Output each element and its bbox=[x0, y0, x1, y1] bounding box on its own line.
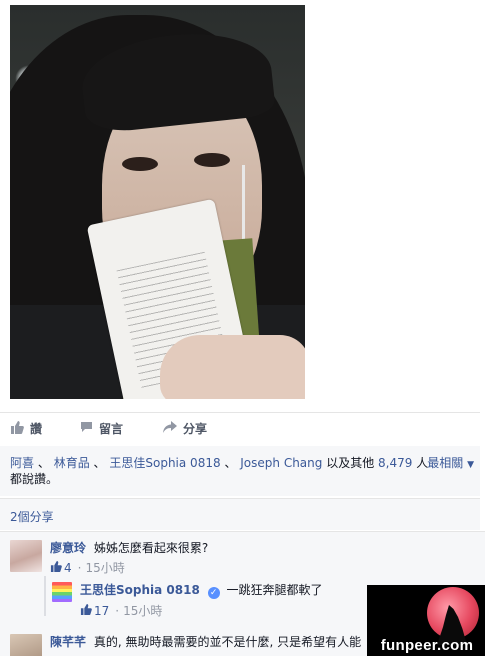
comment-body: 王思佳Sophia 0818 ✓ 一跳狂奔腿都軟了 17 · 15小時 bbox=[80, 582, 322, 619]
meta-separator: · bbox=[77, 561, 82, 575]
photo-eye-right bbox=[194, 153, 230, 167]
watermark-text: funpeer.com bbox=[380, 637, 474, 654]
shares-label: 2個分享 bbox=[10, 510, 54, 524]
share-button[interactable]: 分享 bbox=[163, 420, 207, 437]
photo-hand bbox=[160, 335, 305, 399]
liker-sep: 、 bbox=[93, 456, 106, 470]
comment-time[interactable]: 15小時 bbox=[85, 560, 124, 576]
comment-author[interactable]: 陳芊芊 bbox=[50, 635, 86, 649]
comment-like-count[interactable]: 4 bbox=[64, 560, 72, 576]
comment-time[interactable]: 15小時 bbox=[123, 603, 162, 619]
comment-author[interactable]: 廖意玲 bbox=[50, 541, 86, 555]
comment-meta: 17 · 15小時 bbox=[80, 603, 322, 619]
likes-line-2: 都說讚。 bbox=[10, 472, 59, 486]
reply-thread-line bbox=[44, 576, 46, 616]
post-photo[interactable] bbox=[10, 5, 305, 399]
sort-label: 最相關 bbox=[427, 456, 464, 470]
comment-like-count[interactable]: 17 bbox=[94, 603, 109, 619]
liker-link[interactable]: 林育品 bbox=[54, 456, 90, 470]
share-arrow-icon bbox=[163, 421, 177, 436]
post-actions-bar: 讚 留言 分享 bbox=[0, 412, 480, 444]
comment-body: 陳芊芊 真的, 無助時最需要的並不是什麼, 只是希望有人能 bbox=[50, 634, 361, 656]
liker-link[interactable]: 王思佳Sophia 0818 bbox=[109, 456, 220, 470]
comment-button[interactable]: 留言 bbox=[80, 420, 123, 437]
sort-dropdown[interactable]: 最相關 ▼ bbox=[427, 455, 474, 473]
avatar[interactable] bbox=[52, 582, 72, 602]
share-label: 分享 bbox=[183, 422, 208, 436]
liker-link[interactable]: 阿喜 bbox=[10, 456, 34, 470]
comment-icon bbox=[80, 421, 93, 436]
likes-summary: 阿喜 、 林育品 、 王思佳Sophia 0818 、 Joseph Chang… bbox=[0, 446, 480, 496]
like-button[interactable]: 讚 bbox=[10, 420, 42, 437]
meta-separator: · bbox=[115, 604, 120, 618]
comment-item: 陳芊芊 真的, 無助時最需要的並不是什麼, 只是希望有人能 bbox=[10, 634, 361, 656]
like-label: 讚 bbox=[30, 422, 43, 436]
likes-others-prefix: 以及其他 bbox=[326, 456, 379, 470]
comment-item: 廖意玲 姊姊怎麼看起來很累? 4 · 15小時 bbox=[10, 540, 208, 576]
liker-link[interactable]: Joseph Chang bbox=[240, 456, 322, 470]
liker-sep: 、 bbox=[224, 456, 241, 470]
likes-others-count[interactable]: 8,479 bbox=[378, 456, 412, 470]
comment-label: 留言 bbox=[99, 422, 124, 436]
likes-line-1: 阿喜 、 林育品 、 王思佳Sophia 0818 、 Joseph Chang… bbox=[10, 455, 470, 471]
comment-author[interactable]: 王思佳Sophia 0818 bbox=[80, 583, 200, 597]
shares-count[interactable]: 2個分享 bbox=[0, 498, 480, 530]
thumbs-up-icon bbox=[50, 560, 62, 576]
comment-body: 廖意玲 姊姊怎麼看起來很累? 4 · 15小時 bbox=[50, 540, 208, 576]
photo-eye-left bbox=[122, 157, 158, 171]
comment-meta: 4 · 15小時 bbox=[50, 560, 208, 576]
caret-down-icon: ▼ bbox=[467, 460, 474, 470]
avatar[interactable] bbox=[10, 634, 42, 656]
comment-text: 一跳狂奔腿都軟了 bbox=[226, 583, 323, 597]
liker-sep: 、 bbox=[37, 456, 50, 470]
thumbs-up-icon bbox=[10, 420, 24, 437]
comment-text: 真的, 無助時最需要的並不是什麼, 只是希望有人能 bbox=[93, 635, 362, 649]
watermark: funpeer.com bbox=[367, 585, 485, 656]
comment-text: 姊姊怎麼看起來很累? bbox=[93, 541, 209, 555]
thumbs-up-icon bbox=[80, 603, 92, 619]
avatar[interactable] bbox=[10, 540, 42, 572]
verified-check-icon: ✓ bbox=[207, 587, 220, 599]
reply-item: 王思佳Sophia 0818 ✓ 一跳狂奔腿都軟了 17 · 15小時 bbox=[52, 582, 322, 619]
